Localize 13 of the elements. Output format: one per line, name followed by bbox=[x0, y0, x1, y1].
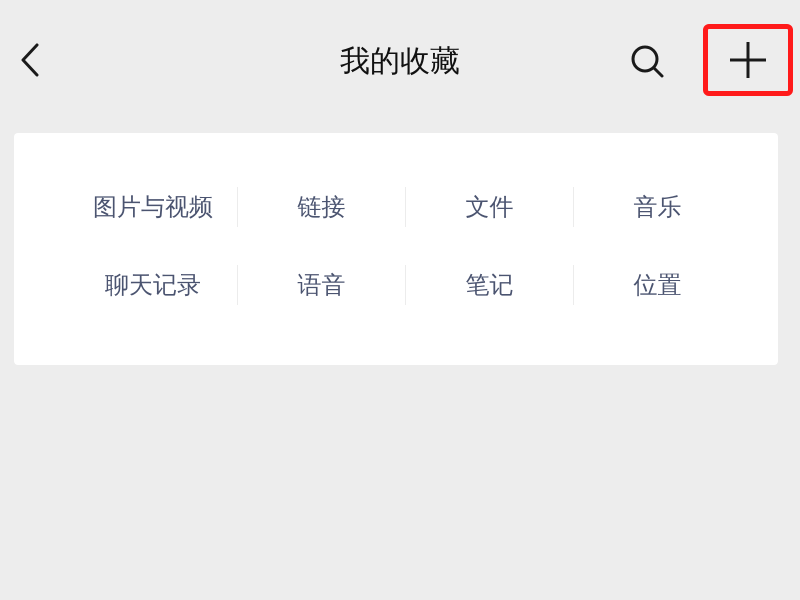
add-button[interactable] bbox=[703, 24, 793, 96]
add-icon bbox=[728, 40, 768, 80]
category-link[interactable]: 文件 bbox=[466, 189, 514, 225]
category-link[interactable]: 图片与视频 bbox=[93, 189, 213, 225]
category-link[interactable]: 聊天记录 bbox=[105, 267, 201, 303]
search-icon bbox=[629, 43, 665, 79]
category-link[interactable]: 链接 bbox=[298, 189, 346, 225]
back-icon bbox=[20, 43, 40, 77]
category-link[interactable]: 语音 bbox=[298, 267, 346, 303]
category-link[interactable]: 位置 bbox=[634, 267, 682, 303]
window-title: 我的收藏 bbox=[340, 44, 460, 78]
category-link[interactable]: 笔记 bbox=[466, 267, 514, 303]
category-link[interactable]: 音乐 bbox=[634, 189, 682, 225]
